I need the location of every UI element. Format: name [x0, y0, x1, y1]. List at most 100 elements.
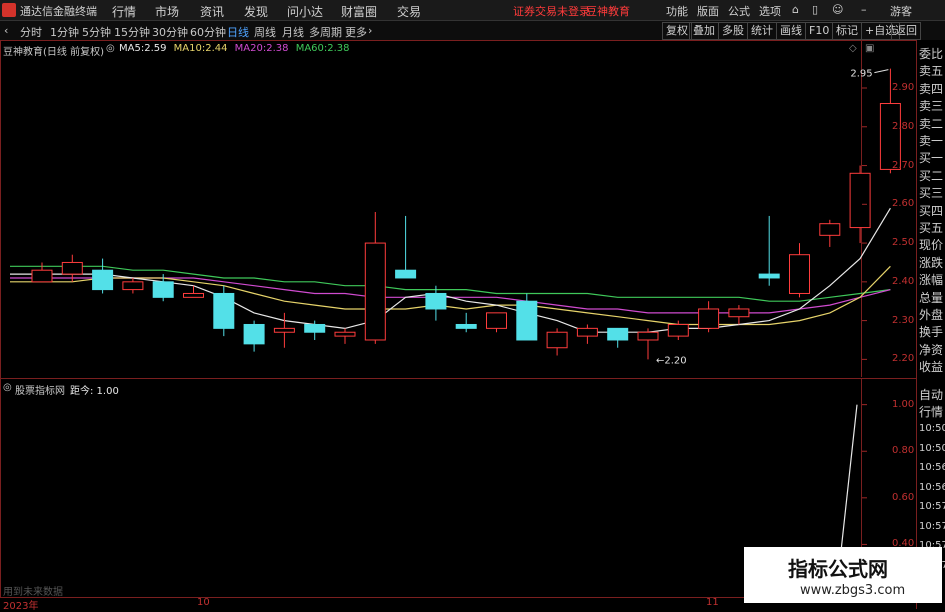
menu-jiaoyi[interactable]: 交易 — [397, 3, 421, 20]
candle — [395, 215, 417, 279]
watermark-box: 指标公式网 www.zbgs3.com — [744, 547, 942, 603]
candle — [486, 312, 507, 333]
tick-time: 10:50 — [919, 442, 945, 454]
user-icon[interactable]: ☺ — [832, 3, 843, 16]
period-toolbar: ‹ 分时 1分钟 5分钟 15分钟 30分钟 60分钟 日线 周线 月线 多周期… — [0, 21, 945, 41]
tab-period-more[interactable]: 更多 — [345, 24, 367, 40]
quote-field-label: 买一 — [919, 151, 944, 166]
quote-field-label: 收益 — [919, 360, 944, 375]
candle-body — [758, 273, 780, 279]
ma10-line — [10, 265, 891, 326]
menu-gongshi[interactable]: 公式 — [728, 3, 750, 19]
price-tick-label: 2.90 — [892, 82, 915, 93]
candle — [31, 262, 53, 283]
menu-shichang[interactable]: 市场 — [155, 3, 179, 20]
candle — [728, 305, 750, 325]
candle-body — [789, 254, 810, 294]
candle — [849, 165, 871, 244]
biaoji-button[interactable]: 标记 — [832, 22, 862, 40]
date-label-nov: 11 — [706, 597, 719, 608]
quote-field-label: 涨跌 — [919, 255, 944, 270]
candle-body — [61, 261, 83, 275]
tongji-button[interactable]: 统计 — [747, 22, 777, 40]
chevron-right-icon[interactable]: › — [368, 24, 372, 37]
bell-icon[interactable]: ⌂ — [792, 3, 799, 16]
candle — [213, 285, 235, 337]
quote-field-label: 总量 — [919, 290, 944, 305]
back-button[interactable]: 返回 — [891, 22, 921, 40]
menu-gongneng[interactable]: 功能 — [666, 3, 688, 19]
price-tick-label: 2.70 — [892, 159, 915, 171]
candle-body — [395, 269, 417, 279]
candle-body — [486, 312, 507, 329]
candle — [698, 301, 720, 333]
login-warning[interactable]: 证券交易未登录 — [513, 3, 590, 19]
phone-icon[interactable]: ▯ — [812, 3, 818, 16]
date-label-oct: 10 — [197, 597, 210, 608]
tab-period-fenshi[interactable]: 分时 — [20, 24, 42, 40]
menu-xuanxiang[interactable]: 选项 — [759, 3, 781, 19]
candle-body — [819, 223, 841, 236]
price-tick-label: 2.40 — [892, 275, 915, 287]
menu-banmian[interactable]: 版面 — [697, 3, 719, 19]
duogu-button[interactable]: 多股 — [718, 22, 748, 40]
tab-period-day[interactable]: 日线 — [227, 24, 249, 40]
tab-period-5min[interactable]: 5分钟 — [82, 24, 111, 40]
quote-field-label: 净资 — [919, 342, 944, 357]
candle — [92, 258, 114, 294]
quote-field-label: 外盘 — [919, 308, 944, 322]
quote-field-label: 卖四 — [919, 81, 944, 96]
fuquan-button[interactable]: 复权 — [662, 22, 692, 40]
app-title: 通达信金融终端 — [20, 5, 97, 18]
future-data-note: 用到未来数据 — [3, 587, 63, 598]
auto-refresh-label[interactable]: 自动 — [919, 386, 943, 403]
price-tick-label: 2.50 — [892, 237, 915, 249]
menu-faxian[interactable]: 发现 — [244, 3, 268, 20]
candle-body — [576, 327, 598, 337]
quote-field-label: 换手 — [919, 325, 944, 340]
quote-field-label: 现价 — [919, 238, 944, 253]
candle-body — [122, 281, 144, 291]
price-tick-label: 2.20 — [892, 353, 915, 365]
watermark-url: www.zbgs3.com — [800, 583, 906, 598]
candle-body — [425, 292, 447, 310]
candle — [607, 327, 629, 348]
candle — [334, 328, 356, 344]
minimize-icon[interactable]: – — [861, 3, 867, 16]
menu-hangqing[interactable]: 行情 — [112, 3, 136, 20]
menu-zixun[interactable]: 资讯 — [200, 3, 224, 20]
candle-body — [455, 323, 477, 329]
f10-button[interactable]: F10 — [805, 22, 834, 40]
quote-field-label: 买三 — [919, 186, 944, 201]
tab-period-week[interactable]: 周线 — [254, 24, 276, 40]
diejia-button[interactable]: 叠加 — [689, 22, 719, 40]
tab-period-15min[interactable]: 15分钟 — [114, 24, 150, 40]
tab-period-60min[interactable]: 60分钟 — [190, 24, 226, 40]
tab-period-month[interactable]: 月线 — [282, 24, 304, 40]
candle-body — [213, 292, 235, 329]
tab-period-multi[interactable]: 多周期 — [309, 24, 342, 40]
candle-body — [698, 308, 720, 329]
menu-wenxiaoda[interactable]: 问小达 — [287, 3, 323, 20]
candle — [758, 215, 780, 286]
quote-tab-label[interactable]: 行情 — [919, 403, 943, 420]
high-price-label: 2.95 — [850, 69, 872, 80]
candle-body — [637, 331, 659, 341]
tab-period-30min[interactable]: 30分钟 — [152, 24, 188, 40]
menu-caifuquan[interactable]: 财富圈 — [341, 3, 377, 20]
quote-field-label: 买五 — [919, 221, 944, 235]
candle — [122, 277, 144, 294]
top-menu-bar: 通达信金融终端 行情 市场 资讯 发现 问小达 财富圈 交易 证券交易未登录 豆… — [0, 0, 945, 21]
guest-label[interactable]: 游客 — [890, 3, 912, 19]
candle-body — [516, 300, 538, 341]
candle-body — [183, 292, 204, 298]
tick-time: 10:56 — [919, 481, 945, 493]
collapse-icon[interactable]: ‹ — [4, 24, 8, 37]
huaxian-button[interactable]: 画线 — [776, 22, 806, 40]
candle — [243, 320, 265, 352]
price-tick-label: 2.80 — [892, 120, 915, 132]
tab-period-1min[interactable]: 1分钟 — [50, 24, 79, 40]
candle-body — [152, 281, 174, 298]
candle — [364, 212, 386, 344]
candle-body — [849, 172, 871, 229]
